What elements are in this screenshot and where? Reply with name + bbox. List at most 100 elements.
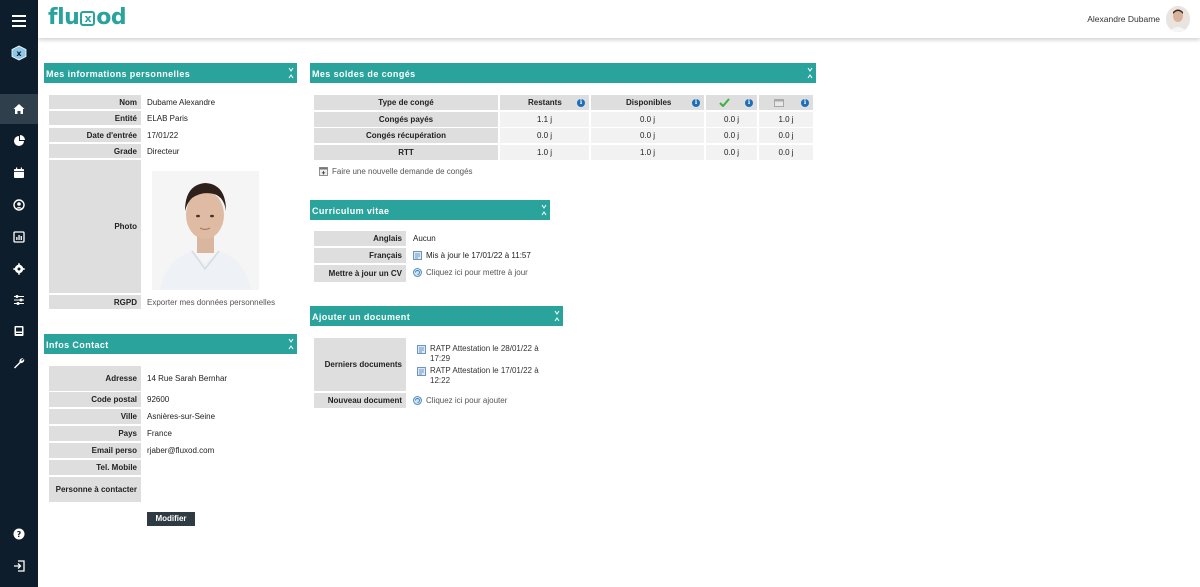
contact-label: Personne à contacter	[49, 477, 141, 502]
add-document-link[interactable]: Cliquez ici pour ajouter	[413, 393, 507, 407]
report-icon[interactable]	[0, 222, 38, 252]
leave-approved-cell: 0.0 j	[706, 145, 757, 160]
export-data-link[interactable]: Exporter mes données personnelles	[147, 295, 275, 309]
recent-document-item[interactable]: RATP Attestation le 28/01/22 à 17:29	[417, 344, 547, 363]
contact-header[interactable]: Infos Contact	[44, 334, 297, 354]
new-leave-request-link[interactable]: Faire une nouvelle demande de congés	[319, 165, 473, 177]
pending-calendar-icon	[774, 99, 784, 107]
cv-francais-text: Mis à jour le 17/01/22 à 11:57	[426, 251, 531, 260]
user-circle-icon[interactable]	[0, 190, 38, 220]
top-bar: flu x od Alexandre Dubame	[38, 0, 1200, 38]
info-value: 17/01/22	[147, 130, 179, 140]
add-document-header[interactable]: Ajouter un document	[310, 306, 563, 326]
contact-label: Adresse	[49, 366, 141, 391]
leave-disponibles-cell: 1.0 j	[591, 145, 704, 160]
info-icon[interactable]: i	[577, 98, 585, 107]
recent-documents-label: Derniers documents	[314, 338, 406, 391]
info-icon[interactable]: i	[745, 98, 753, 107]
svg-text:?: ?	[17, 530, 22, 539]
wrench-icon[interactable]	[0, 348, 38, 378]
fluxod-logo[interactable]: flu x od	[48, 5, 127, 30]
contact-label: Ville	[49, 409, 141, 424]
info-icon[interactable]: i	[692, 98, 700, 107]
col-header-disponibles: Disponibles i	[591, 95, 704, 110]
add-document-title: Ajouter un document	[312, 312, 411, 322]
cv-title: Curriculum vitae	[312, 206, 390, 216]
collapse-icon[interactable]	[807, 67, 813, 79]
add-document-text: Cliquez ici pour ajouter	[426, 395, 508, 405]
avatar[interactable]	[1166, 6, 1190, 32]
svg-text:x: x	[16, 49, 22, 58]
recent-document-text: RATP Attestation le 28/01/22 à 17:29	[430, 344, 539, 363]
help-icon[interactable]: ?	[0, 519, 38, 549]
col-header-restants: Restants i	[500, 95, 589, 110]
info-value: ELAB Paris	[147, 113, 188, 123]
personal-info-header[interactable]: Mes informations personnelles	[44, 63, 297, 83]
refresh-icon	[413, 268, 422, 277]
contact-value: rjaber@fluxod.com	[147, 446, 215, 455]
col-header-approved: i	[706, 95, 757, 110]
fluxod-app-icon[interactable]: x	[0, 38, 38, 68]
leave-approved-cell: 0.0 j	[706, 128, 757, 143]
contact-title: Infos Contact	[46, 340, 109, 350]
contact-value: 92600	[147, 395, 170, 404]
user-name[interactable]: Alexandre Dubame	[1087, 14, 1160, 24]
leave-type-cell: Congés récupération	[314, 128, 498, 143]
contact-label: Code postal	[49, 392, 141, 407]
logout-icon[interactable]	[0, 551, 38, 581]
collapse-icon[interactable]	[554, 310, 560, 322]
rgpd-label: RGPD	[49, 295, 141, 309]
calendar-add-icon	[319, 166, 328, 176]
menu-icon[interactable]	[0, 6, 38, 36]
pie-chart-icon[interactable]	[0, 126, 38, 156]
leave-balance-header[interactable]: Mes soldes de congés	[310, 63, 816, 83]
settings-gear-icon[interactable]	[0, 254, 38, 284]
leave-restants-cell: 1.1 j	[500, 112, 589, 127]
leave-pending-cell: 1.0 j	[759, 112, 813, 127]
contact-value: 14 Rue Sarah Bernhar	[147, 374, 228, 383]
info-value: Dubame Alexandre	[147, 97, 216, 107]
new-document-label: Nouveau document	[314, 393, 406, 408]
cv-label-francais: Français	[314, 248, 406, 263]
info-label: Nom	[49, 95, 141, 109]
cv-update-text: Cliquez ici pour mettre à jour	[426, 268, 528, 277]
collapse-icon[interactable]	[288, 338, 294, 350]
leave-pending-cell: 0.0 j	[759, 128, 813, 143]
recent-document-item[interactable]: RATP Attestation le 17/01/22 à 12:22	[417, 366, 547, 385]
col-header-pending: i	[759, 95, 813, 110]
cv-label-update: Mettre à jour un CV	[314, 265, 406, 282]
book-icon[interactable]	[0, 316, 38, 346]
recent-document-text: RATP Attestation le 17/01/22 à 12:22	[430, 366, 539, 385]
leave-disponibles-cell: 0.0 j	[591, 128, 704, 143]
contact-label: Email perso	[49, 443, 141, 458]
home-icon[interactable]	[0, 94, 38, 124]
contact-value: France	[147, 429, 172, 438]
profile-photo	[152, 171, 259, 290]
modify-button[interactable]: Modifier	[147, 512, 195, 526]
cv-value-francais[interactable]: Mis à jour le 17/01/22 à 11:57	[413, 248, 531, 263]
document-icon	[413, 251, 422, 260]
cv-update-link[interactable]: Cliquez ici pour mettre à jour	[413, 265, 528, 280]
leave-pending-cell: 0.0 j	[759, 145, 813, 160]
cv-label-anglais: Anglais	[314, 231, 406, 246]
contact-value: Asnières-sur-Seine	[147, 412, 216, 421]
collapse-icon[interactable]	[541, 204, 547, 216]
info-icon[interactable]: i	[801, 98, 809, 107]
collapse-icon[interactable]	[288, 67, 294, 79]
sliders-icon[interactable]	[0, 285, 38, 315]
col-header-restants-label: Restants	[528, 98, 562, 107]
cv-header[interactable]: Curriculum vitae	[310, 200, 550, 220]
info-value: Directeur	[147, 146, 180, 156]
sidebar: x ?	[0, 0, 38, 587]
personal-info-title: Mes informations personnelles	[46, 69, 191, 79]
contact-label: Tel. Mobile	[49, 460, 141, 475]
photo-label: Photo	[49, 160, 141, 293]
cv-value-anglais: Aucun	[413, 234, 436, 243]
contact-label: Pays	[49, 426, 141, 441]
new-leave-request-label: Faire une nouvelle demande de congés	[332, 166, 473, 176]
leave-type-cell: Congés payés	[314, 112, 498, 127]
checkmark-icon	[719, 98, 730, 107]
calendar-icon[interactable]	[0, 158, 38, 188]
info-label: Entité	[49, 111, 141, 125]
refresh-icon	[413, 395, 422, 405]
